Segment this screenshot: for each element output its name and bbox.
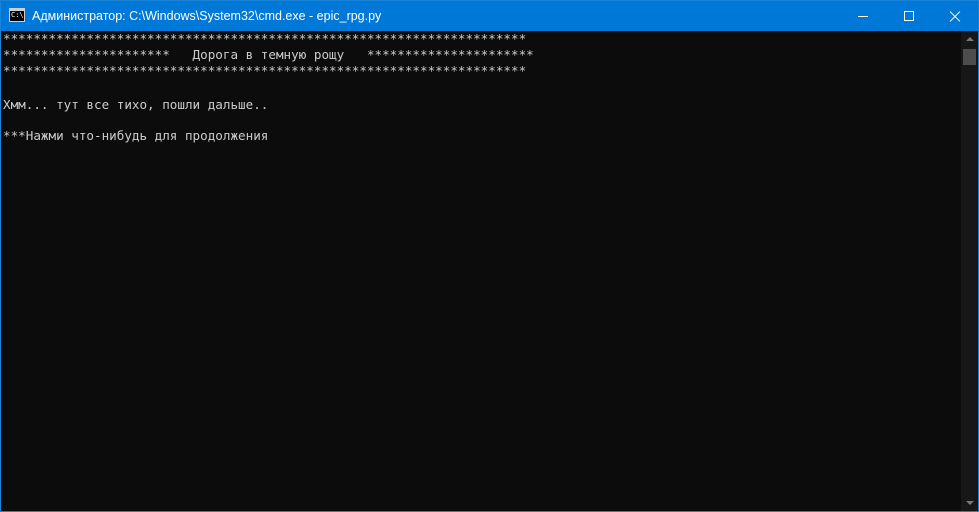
window-title: Администратор: C:\Windows\System32\cmd.e… [32,9,382,23]
close-icon [949,10,961,22]
console-line: ****************************************… [3,31,527,46]
title-bar[interactable]: C:\ Администратор: C:\Windows\System32\c… [1,1,978,31]
console-line: ********************** Дорога в темную р… [3,47,534,62]
window-controls [840,1,978,31]
console-window: C:\ Администратор: C:\Windows\System32\c… [0,0,979,512]
console-line: Хмм... тут все тихо, пошли дальше.. [3,97,269,112]
minimize-button[interactable] [840,1,886,31]
console-line: ****************************************… [3,63,527,78]
vertical-scrollbar[interactable] [961,31,978,511]
cmd-icon[interactable]: C:\ [9,8,25,22]
scroll-thumb[interactable] [963,49,976,65]
close-button[interactable] [932,1,978,31]
scroll-up-arrow-icon[interactable] [961,31,978,47]
console-line: ***Нажми что-нибудь для продолжения [3,128,269,143]
maximize-icon [904,11,914,21]
maximize-button[interactable] [886,1,932,31]
console-output[interactable]: ****************************************… [1,31,961,511]
minimize-icon [858,16,868,17]
scroll-down-arrow-icon[interactable] [961,495,978,511]
